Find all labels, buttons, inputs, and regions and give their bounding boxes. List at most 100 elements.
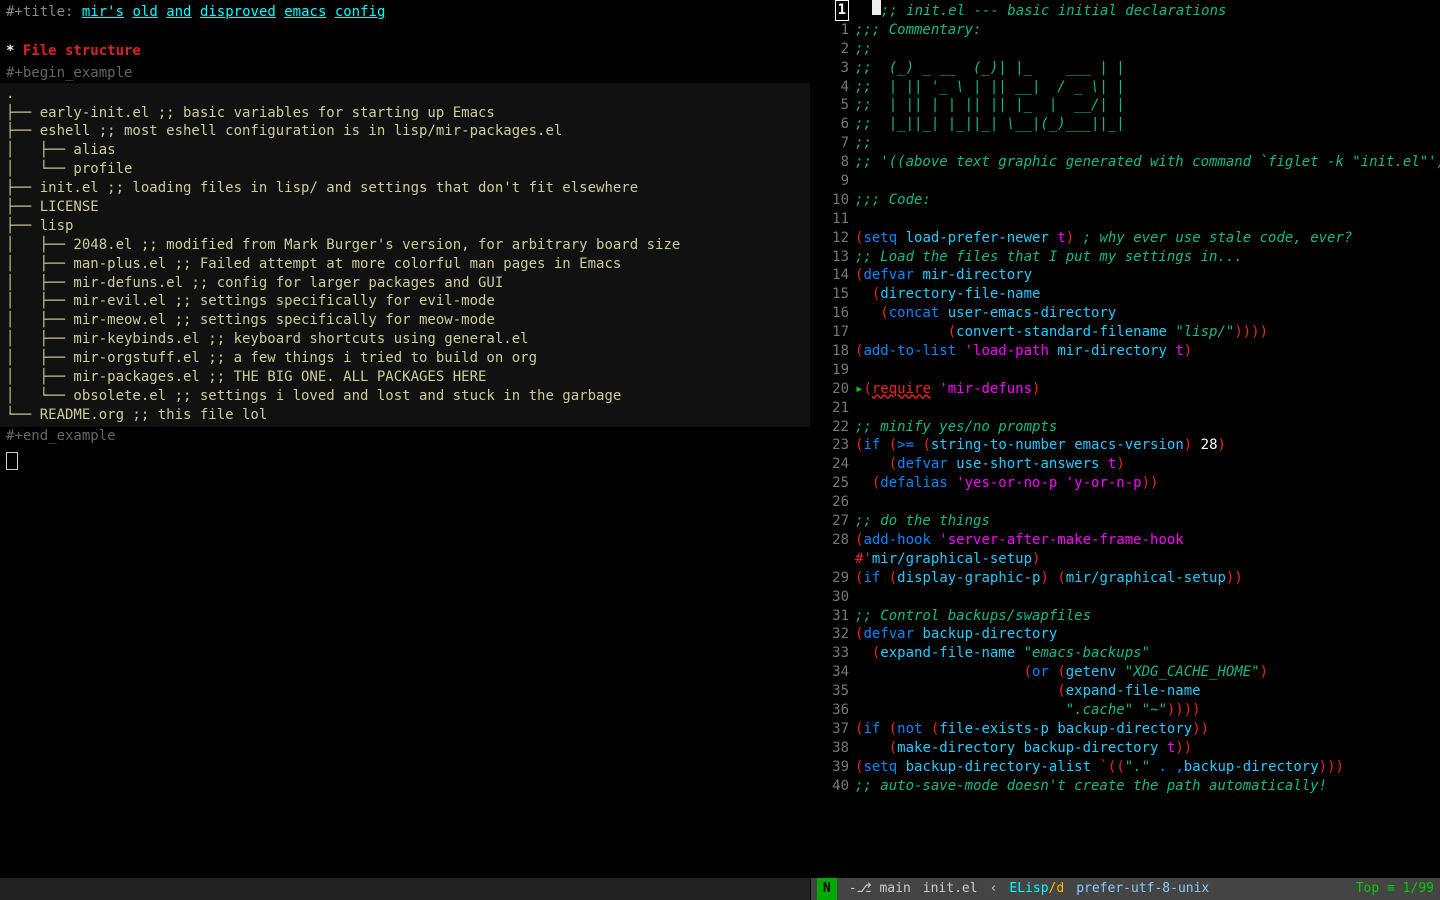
code-line[interactable]: 9 xyxy=(815,172,1436,191)
line-number: 30 xyxy=(815,588,855,607)
line-number xyxy=(815,550,855,569)
modeline-evil-state: N xyxy=(817,878,837,900)
code-line[interactable]: 26 xyxy=(815,493,1436,512)
line-number: 5 xyxy=(815,96,855,115)
line-number: 27 xyxy=(815,512,855,531)
org-title-keyword: #+title: xyxy=(6,4,73,20)
code-line[interactable]: 21 xyxy=(815,399,1436,418)
line-number: 12 xyxy=(815,229,855,248)
line-number: 14 xyxy=(815,266,855,285)
code-line[interactable]: 19 xyxy=(815,361,1436,380)
code-line[interactable]: 25 (defalias 'yes-or-no-p 'y-or-n-p)) xyxy=(815,474,1436,493)
line-number: 15 xyxy=(815,285,855,304)
line-number: 9 xyxy=(815,172,855,191)
code-line[interactable]: 33 (expand-file-name "emacs-backups" xyxy=(815,644,1436,663)
title-token: and xyxy=(166,4,191,20)
modeline-buffer-name: init.el xyxy=(923,880,978,898)
line-number: 37 xyxy=(815,720,855,739)
code-area[interactable]: 1 ;; init.el --- basic initial declarati… xyxy=(811,0,1440,795)
code-line[interactable]: 36 ".cache" "~")))) xyxy=(815,701,1436,720)
line-number: 38 xyxy=(815,739,855,758)
code-line[interactable]: 40;; auto-save-mode doesn't create the p… xyxy=(815,777,1436,796)
left-org-pane[interactable]: #+title: mir's old and disproved emacs c… xyxy=(0,0,811,900)
line-number: 20 xyxy=(815,380,855,399)
line-number: 28 xyxy=(815,531,855,550)
code-line[interactable]: 12(setq load-prefer-newer t) ; why ever … xyxy=(815,229,1436,248)
modeline-major-mode: ELisp/d xyxy=(1009,880,1064,898)
code-line[interactable]: 24 (defvar use-short-answers t) xyxy=(815,455,1436,474)
left-cursor xyxy=(6,452,18,470)
line-number: 7 xyxy=(815,134,855,153)
line-number: 32 xyxy=(815,625,855,644)
code-line[interactable]: 32(defvar backup-directory xyxy=(815,625,1436,644)
line-number: 1 xyxy=(815,21,855,40)
code-line[interactable]: 34 (or (getenv "XDG_CACHE_HOME") xyxy=(815,663,1436,682)
line-number: 21 xyxy=(815,399,855,418)
code-line[interactable]: 15 (directory-file-name xyxy=(815,285,1436,304)
line-number: 24 xyxy=(815,455,855,474)
right-elisp-pane[interactable]: 1 ;; init.el --- basic initial declarati… xyxy=(811,0,1440,900)
org-title-line: #+title: mir's old and disproved emacs c… xyxy=(0,0,810,25)
code-line[interactable]: 28(add-hook 'server-after-make-frame-hoo… xyxy=(815,531,1436,550)
code-line[interactable]: 37(if (not (file-exists-p backup-directo… xyxy=(815,720,1436,739)
line-number: 2 xyxy=(815,40,855,59)
code-line[interactable]: 29(if (display-graphic-p) (mir/graphical… xyxy=(815,569,1436,588)
code-line[interactable]: 18(add-to-list 'load-path mir-directory … xyxy=(815,342,1436,361)
line-number: 40 xyxy=(815,777,855,796)
title-token: disproved xyxy=(200,4,276,20)
line-number: 39 xyxy=(815,758,855,777)
modeline: N -⎇ main init.el ‹ ELisp/d prefer-utf-8… xyxy=(811,878,1440,900)
line-number: 29 xyxy=(815,569,855,588)
code-line[interactable]: 22;; minify yes/no prompts xyxy=(815,418,1436,437)
code-line[interactable]: #'mir/graphical-setup) xyxy=(815,550,1436,569)
file-tree-block: . ├── early-init.el ;; basic variables f… xyxy=(0,83,810,427)
org-end-example: #+end_example xyxy=(0,427,810,446)
line-number: 13 xyxy=(815,248,855,267)
code-line[interactable]: 38 (make-directory backup-directory t)) xyxy=(815,739,1436,758)
line-number: 17 xyxy=(815,323,855,342)
line-number: 16 xyxy=(815,304,855,323)
code-line[interactable]: 4;; | || '_ \ | || __| / _ \| | xyxy=(815,78,1436,97)
code-line[interactable]: 31;; Control backups/swapfiles xyxy=(815,607,1436,626)
org-title-tokens: mir's old and disproved emacs config xyxy=(82,4,386,20)
code-line[interactable]: 35 (expand-file-name xyxy=(815,682,1436,701)
line-number: 35 xyxy=(815,682,855,701)
code-line[interactable]: 11 xyxy=(815,210,1436,229)
line-number: 33 xyxy=(815,644,855,663)
code-line[interactable]: 5;; | || | | || || |_ | __/| | xyxy=(815,96,1436,115)
code-line[interactable]: 6;; |_||_| |_||_| \__|(_)___||_| xyxy=(815,115,1436,134)
code-line[interactable]: 16 (concat user-emacs-directory xyxy=(815,304,1436,323)
code-line[interactable]: 1;;; Commentary: xyxy=(815,21,1436,40)
line-number: 25 xyxy=(815,474,855,493)
line-number: 22 xyxy=(815,418,855,437)
code-line[interactable]: 23(if (>= (string-to-number emacs-versio… xyxy=(815,436,1436,455)
code-line[interactable]: 17 (convert-standard-filename "lisp/")))… xyxy=(815,323,1436,342)
modeline-separator: ‹ xyxy=(990,880,998,898)
line-number: 18 xyxy=(815,342,855,361)
line-number: 36 xyxy=(815,701,855,720)
code-line[interactable]: 10;;; Code: xyxy=(815,191,1436,210)
code-line[interactable]: 2;; xyxy=(815,40,1436,59)
code-line[interactable]: 20▸(require 'mir-defuns) xyxy=(815,380,1436,399)
code-line[interactable]: 13;; Load the files that I put my settin… xyxy=(815,248,1436,267)
code-line[interactable]: 8;; '((above text graphic generated with… xyxy=(815,153,1436,172)
line-number: 26 xyxy=(815,493,855,512)
line-number: 31 xyxy=(815,607,855,626)
code-line[interactable]: 1 ;; init.el --- basic initial declarati… xyxy=(815,0,1436,21)
code-line[interactable]: 39(setq backup-directory-alist `(("." . … xyxy=(815,758,1436,777)
code-line[interactable]: 7;; xyxy=(815,134,1436,153)
line-number: 19 xyxy=(815,361,855,380)
code-line[interactable]: 14(defvar mir-directory xyxy=(815,266,1436,285)
code-line[interactable]: 27;; do the things xyxy=(815,512,1436,531)
cursor xyxy=(872,0,881,15)
line-number: 11 xyxy=(815,210,855,229)
modeline-git-branch: -⎇ main xyxy=(849,880,911,898)
code-line[interactable]: 3;; (_) _ __ (_)| |_ ___ | | xyxy=(815,59,1436,78)
title-token: mir's xyxy=(82,4,124,20)
org-heading: * File structure xyxy=(0,39,810,64)
line-number: 4 xyxy=(815,78,855,97)
left-modeline-inactive xyxy=(0,878,810,900)
modeline-encoding: prefer-utf-8-unix xyxy=(1076,880,1209,898)
code-line[interactable]: 30 xyxy=(815,588,1436,607)
org-begin-example: #+begin_example xyxy=(0,64,810,83)
